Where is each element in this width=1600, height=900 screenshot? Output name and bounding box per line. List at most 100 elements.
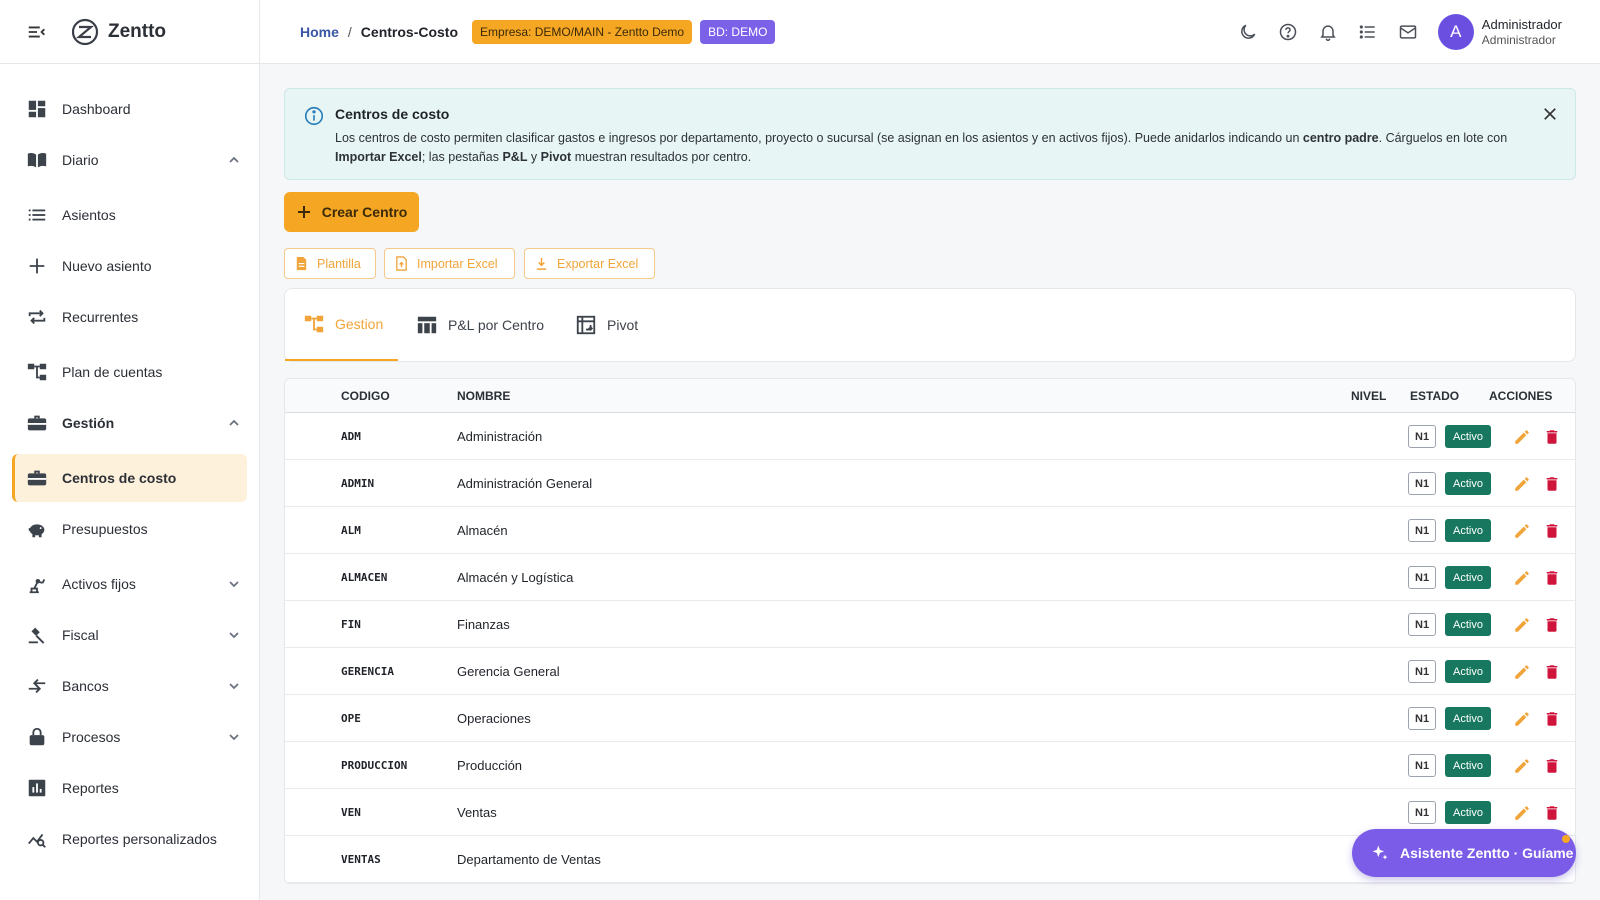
edit-pencil-icon[interactable] xyxy=(1513,616,1531,634)
edit-pencil-icon[interactable] xyxy=(1513,710,1531,728)
edit-pencil-icon[interactable] xyxy=(1513,569,1531,587)
sidebar-item-reportes[interactable]: Reportes xyxy=(12,764,247,812)
cell-code: ADMIN xyxy=(341,477,375,490)
chevron-up-icon[interactable] xyxy=(227,416,241,430)
close-icon[interactable] xyxy=(1541,105,1559,123)
assistant-button[interactable]: Asistente Zentto · Guíame xyxy=(1352,829,1576,877)
edit-pencil-icon[interactable] xyxy=(1513,757,1531,775)
delete-trash-icon[interactable] xyxy=(1543,804,1561,822)
tasks-list-icon[interactable] xyxy=(1358,22,1378,42)
sidebar-item-bancos[interactable]: Bancos xyxy=(12,662,247,710)
transfer-icon xyxy=(26,675,48,697)
header-estado[interactable]: ESTADO xyxy=(1410,389,1459,403)
table-row[interactable]: ADMIN Administración General N1 Activo xyxy=(285,460,1575,507)
status-badge: Activo xyxy=(1445,425,1491,448)
header-codigo[interactable]: CODIGO xyxy=(341,389,390,403)
table-row[interactable]: FIN Finanzas N1 Activo xyxy=(285,601,1575,648)
sidebar-item-centros-de-costo[interactable]: Centros de costo xyxy=(12,454,247,502)
brand-name: Zentto xyxy=(108,20,167,42)
header-nivel[interactable]: NIVEL xyxy=(1351,389,1386,403)
header-nombre[interactable]: NOMBRE xyxy=(457,389,510,403)
table-row[interactable]: ADM Administración N1 Activo xyxy=(285,413,1575,460)
tab-gestion[interactable]: Gestion xyxy=(285,289,398,361)
status-badge: Activo xyxy=(1445,754,1491,777)
help-icon[interactable] xyxy=(1278,22,1298,42)
table-row[interactable]: OPE Operaciones N1 Activo xyxy=(285,695,1575,742)
zentto-logo-icon xyxy=(70,17,100,47)
cell-name: Administración xyxy=(457,429,543,444)
sidebar-item-label: Dashboard xyxy=(62,101,131,117)
tab-pivot[interactable]: Pivot xyxy=(575,289,638,361)
breadcrumb-current: Centros-Costo xyxy=(360,23,459,40)
export-excel-button[interactable]: Exportar Excel xyxy=(524,248,655,279)
pivot-table-icon xyxy=(575,314,597,336)
plus-icon xyxy=(26,255,48,277)
chevron-down-icon[interactable] xyxy=(227,577,241,591)
cell-code: FIN xyxy=(341,618,361,631)
cell-name: Finanzas xyxy=(457,617,510,632)
mail-icon[interactable] xyxy=(1398,22,1418,42)
status-badge: Activo xyxy=(1445,519,1491,542)
dark-mode-icon[interactable] xyxy=(1238,22,1258,42)
sidebar-item-procesos[interactable]: Procesos xyxy=(12,713,247,761)
delete-trash-icon[interactable] xyxy=(1543,710,1561,728)
delete-trash-icon[interactable] xyxy=(1543,522,1561,540)
delete-trash-icon[interactable] xyxy=(1543,428,1561,446)
template-label: Plantilla xyxy=(317,256,361,271)
sidebar-item-diario[interactable]: Diario xyxy=(12,136,247,184)
sidebar-item-fiscal[interactable]: Fiscal xyxy=(12,611,247,659)
user-avatar[interactable]: A xyxy=(1437,14,1474,50)
chevron-up-icon[interactable] xyxy=(227,153,241,167)
status-badge: Activo xyxy=(1445,613,1491,636)
notifications-bell-icon[interactable] xyxy=(1318,22,1338,42)
tab-pivot-label: Pivot xyxy=(607,317,639,333)
sidebar-item-presupuestos[interactable]: Presupuestos xyxy=(12,505,247,553)
chevron-down-icon[interactable] xyxy=(227,679,241,693)
sidebar-item-reportes-personalizados[interactable]: Reportes personalizados xyxy=(12,815,247,863)
tab-gestion-label: Gestion xyxy=(335,316,384,332)
top-bar: Home / Centros-Costo Empresa: DEMO/MAIN … xyxy=(260,0,1600,64)
empresa-badge: Empresa: DEMO/MAIN - Zentto Demo xyxy=(472,19,693,44)
alert-text: muestran resultados por centro. xyxy=(571,150,752,164)
edit-pencil-icon[interactable] xyxy=(1513,804,1531,822)
chevron-down-icon[interactable] xyxy=(227,730,241,744)
table-row[interactable]: GERENCIA Gerencia General N1 Activo xyxy=(285,648,1575,695)
chevron-down-icon[interactable] xyxy=(227,628,241,642)
delete-trash-icon[interactable] xyxy=(1543,663,1561,681)
tab-pl-por-centro[interactable]: P&L por Centro xyxy=(416,289,544,361)
sidebar-item-plan-de-cuentas[interactable]: Plan de cuentas xyxy=(12,348,247,396)
template-button[interactable]: Plantilla xyxy=(284,248,376,279)
edit-pencil-icon[interactable] xyxy=(1513,428,1531,446)
import-excel-label: Importar Excel xyxy=(417,256,498,271)
dashboard-icon xyxy=(26,98,48,120)
sidebar-item-recurrentes[interactable]: Recurrentes xyxy=(12,293,247,341)
query-stats-icon xyxy=(26,828,48,850)
sidebar-item-label: Recurrentes xyxy=(62,309,139,325)
lock-icon xyxy=(26,726,48,748)
delete-trash-icon[interactable] xyxy=(1543,757,1561,775)
menu-collapse-icon[interactable] xyxy=(26,21,48,43)
sidebar-item-activos-fijos[interactable]: Activos fijos xyxy=(12,560,247,608)
breadcrumb-home[interactable]: Home xyxy=(300,24,339,40)
create-center-button[interactable]: Crear Centro xyxy=(284,192,419,232)
table-row[interactable]: ALM Almacén N1 Activo xyxy=(285,507,1575,554)
edit-pencil-icon[interactable] xyxy=(1513,475,1531,493)
edit-pencil-icon[interactable] xyxy=(1513,522,1531,540)
list-icon xyxy=(26,204,48,226)
cell-code: VEN xyxy=(341,806,361,819)
sidebar-item-dashboard[interactable]: Dashboard xyxy=(12,85,247,133)
sidebar-item-nuevo-asiento[interactable]: Nuevo asiento xyxy=(12,242,247,290)
edit-pencil-icon[interactable] xyxy=(1513,663,1531,681)
user-info[interactable]: Administrador Administrador xyxy=(1482,17,1562,47)
delete-trash-icon[interactable] xyxy=(1543,569,1561,587)
sidebar-item-label: Centros de costo xyxy=(62,470,177,486)
repeat-icon xyxy=(26,306,48,328)
import-excel-button[interactable]: Importar Excel xyxy=(384,248,515,279)
sidebar-item-asientos[interactable]: Asientos xyxy=(12,191,247,239)
cell-name: Producción xyxy=(457,758,523,773)
table-row[interactable]: PRODUCCION Producción N1 Activo xyxy=(285,742,1575,789)
delete-trash-icon[interactable] xyxy=(1543,616,1561,634)
delete-trash-icon[interactable] xyxy=(1543,475,1561,493)
table-row[interactable]: ALMACEN Almacén y Logística N1 Activo xyxy=(285,554,1575,601)
sidebar-item-gestión[interactable]: Gestión xyxy=(12,399,247,447)
